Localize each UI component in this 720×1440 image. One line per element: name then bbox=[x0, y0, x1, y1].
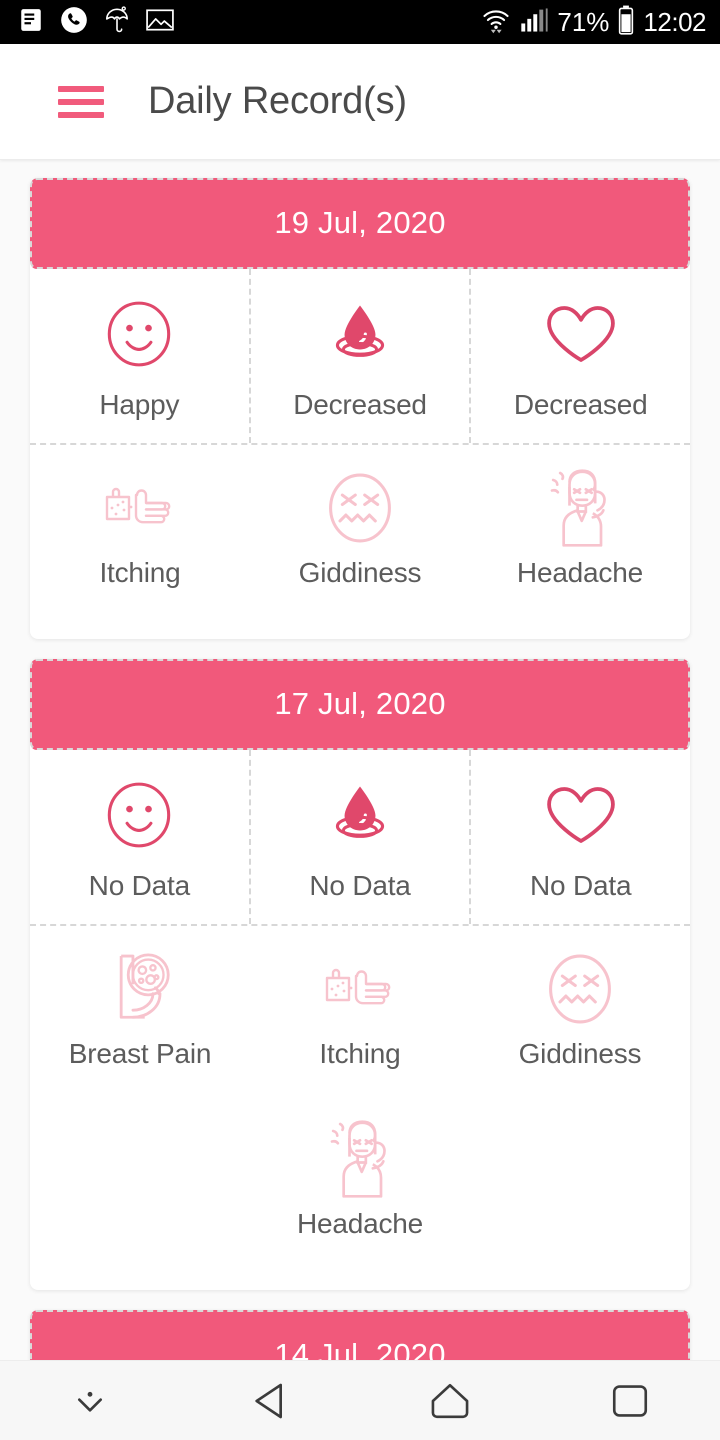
blood-drop-icon bbox=[322, 776, 398, 854]
metric-cell-libido[interactable]: Decreased bbox=[471, 269, 690, 443]
record-card[interactable]: 17 Jul, 2020 No Data No Data No Data Bre… bbox=[30, 659, 690, 1290]
symptom-label: Breast Pain bbox=[68, 1038, 212, 1069]
symptom-item[interactable]: Giddiness bbox=[250, 453, 470, 609]
image-icon bbox=[146, 8, 174, 37]
status-bar-left-icons bbox=[18, 5, 174, 40]
metric-label: Happy bbox=[99, 389, 180, 420]
app-bar: Daily Record(s) bbox=[0, 44, 720, 160]
symptom-label: Giddiness bbox=[518, 1038, 642, 1069]
metric-label: Decreased bbox=[293, 389, 427, 420]
primary-metrics-row: Happy Decreased Decreased bbox=[30, 269, 690, 445]
record-date-header: 17 Jul, 2020 bbox=[30, 659, 690, 750]
wifi-icon bbox=[481, 5, 511, 40]
status-bar-right-icons: 71% 12:02 bbox=[481, 5, 706, 40]
page-title: Daily Record(s) bbox=[148, 80, 407, 122]
symptom-item[interactable]: Headache bbox=[470, 453, 690, 609]
phone-screen: 71% 12:02 Daily Record(s) 19 Jul, 2020 H… bbox=[0, 0, 720, 1440]
headache-person-icon bbox=[323, 1120, 397, 1198]
blood-drop-icon bbox=[322, 295, 398, 373]
metric-cell-libido[interactable]: No Data bbox=[471, 750, 690, 924]
hamburger-menu-icon[interactable] bbox=[58, 85, 104, 118]
symptom-row: Breast Pain Itching Giddiness bbox=[30, 926, 690, 1096]
itching-hands-icon bbox=[97, 469, 183, 547]
symptom-item[interactable]: Breast Pain bbox=[30, 934, 250, 1090]
metric-label: No Data bbox=[88, 870, 191, 901]
heart-icon bbox=[542, 776, 620, 854]
record-card[interactable]: 14 Jul, 2020 bbox=[30, 1310, 690, 1360]
clock-time: 12:02 bbox=[643, 6, 706, 37]
breast-pain-icon bbox=[100, 950, 180, 1028]
hamburger-line bbox=[58, 85, 104, 92]
heart-icon bbox=[542, 295, 620, 373]
symptom-item[interactable]: Itching bbox=[250, 934, 470, 1090]
battery-icon bbox=[617, 5, 635, 40]
record-card[interactable]: 19 Jul, 2020 Happy Decreased Decreased I… bbox=[30, 178, 690, 639]
itching-hands-icon bbox=[317, 950, 403, 1028]
record-date-header: 14 Jul, 2020 bbox=[30, 1310, 690, 1360]
hamburger-line bbox=[58, 111, 104, 118]
recents-icon[interactable] bbox=[540, 1381, 720, 1421]
status-bar: 71% 12:02 bbox=[0, 0, 720, 44]
metric-cell-flow[interactable]: Decreased bbox=[251, 269, 472, 443]
record-date-header: 19 Jul, 2020 bbox=[30, 178, 690, 269]
battery-percent: 71% bbox=[557, 6, 610, 37]
metric-cell-mood[interactable]: No Data bbox=[30, 750, 251, 924]
metric-label: No Data bbox=[309, 870, 411, 901]
smiley-face-icon bbox=[101, 776, 177, 854]
headache-person-icon bbox=[543, 469, 617, 547]
symptom-label: Giddiness bbox=[298, 557, 422, 588]
document-icon bbox=[18, 7, 44, 38]
symptom-item[interactable]: Headache bbox=[250, 1104, 470, 1260]
primary-metrics-row: No Data No Data No Data bbox=[30, 750, 690, 926]
back-icon[interactable] bbox=[180, 1377, 360, 1425]
android-nav-bar bbox=[0, 1360, 720, 1440]
records-scroll-area[interactable]: 19 Jul, 2020 Happy Decreased Decreased I… bbox=[0, 160, 720, 1360]
symptom-item[interactable]: Itching bbox=[30, 453, 250, 609]
giddiness-face-icon bbox=[541, 950, 619, 1028]
symptom-label: Headache bbox=[296, 1208, 424, 1239]
symptom-row: Headache bbox=[30, 1096, 690, 1290]
symptom-label: Itching bbox=[99, 557, 181, 588]
hamburger-line bbox=[58, 98, 104, 105]
metric-cell-flow[interactable]: No Data bbox=[251, 750, 472, 924]
metric-label: Decreased bbox=[513, 389, 648, 420]
hide-keyboard-icon[interactable] bbox=[0, 1385, 180, 1417]
smiley-face-icon bbox=[101, 295, 177, 373]
symptom-label: Itching bbox=[319, 1038, 401, 1069]
giddiness-face-icon bbox=[321, 469, 399, 547]
signal-icon bbox=[519, 6, 549, 39]
metric-cell-mood[interactable]: Happy bbox=[30, 269, 251, 443]
phone-icon bbox=[60, 6, 88, 39]
symptom-row: Itching Giddiness Headache bbox=[30, 445, 690, 639]
umbrella-icon bbox=[104, 5, 130, 40]
symptom-item[interactable]: Giddiness bbox=[470, 934, 690, 1090]
metric-label: No Data bbox=[530, 870, 632, 901]
symptom-label: Headache bbox=[516, 557, 643, 588]
home-icon[interactable] bbox=[360, 1380, 540, 1422]
